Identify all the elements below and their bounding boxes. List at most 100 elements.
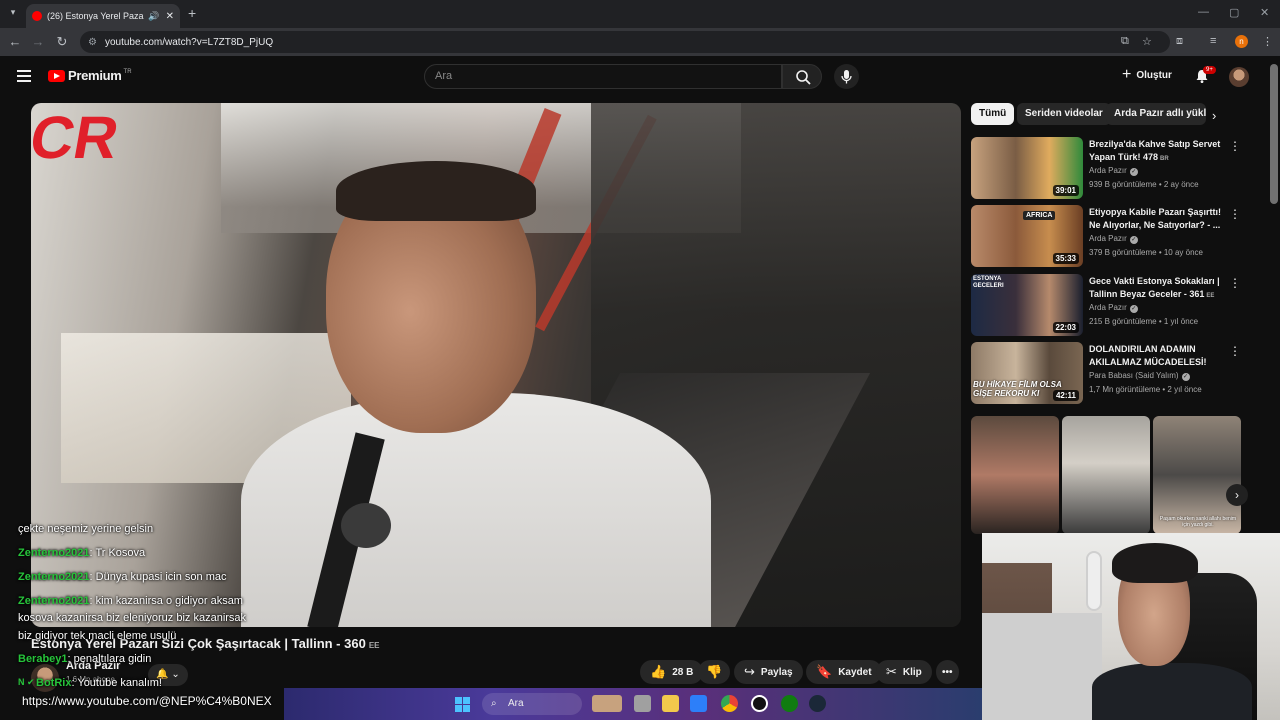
chips-next-icon[interactable]: ›: [1212, 108, 1216, 123]
dislike-button[interactable]: 👎: [698, 660, 731, 684]
chip-all[interactable]: Tümü: [971, 103, 1015, 125]
new-tab-button[interactable]: +: [188, 5, 196, 21]
recommendation-item[interactable]: BU HİKAYE FİLM OLSA GİŞE REKORU KI 42:11…: [971, 342, 1241, 404]
clip-button[interactable]: ✂ Klip: [876, 660, 932, 684]
chip-series[interactable]: Seriden videolar: [1017, 103, 1111, 125]
tab-search-icon[interactable]: ▾: [6, 7, 20, 21]
create-button[interactable]: + Oluştur: [1122, 67, 1172, 83]
more-vertical-icon[interactable]: ⋮: [1229, 276, 1241, 290]
maximize-icon[interactable]: ▢: [1229, 6, 1239, 19]
search-button[interactable]: [782, 64, 822, 89]
cast-icon[interactable]: ⧉: [1121, 35, 1129, 48]
recommendation-channel[interactable]: Arda Pazır ✓: [1089, 166, 1138, 176]
browser-menu-icon[interactable]: ⋮: [1262, 35, 1273, 48]
close-tab-icon[interactable]: ✕: [166, 11, 174, 22]
streamer-logo-icon: N: [18, 677, 25, 687]
minimize-icon[interactable]: —: [1198, 6, 1209, 18]
recommendation-title[interactable]: Gece Vakti Estonya Sokakları | Tallinn B…: [1089, 275, 1224, 303]
xbox-icon[interactable]: [781, 695, 798, 712]
windows-start-icon[interactable]: [455, 697, 470, 712]
chat-user: Zenterno2021: [18, 547, 90, 559]
more-vertical-icon[interactable]: ⋮: [1229, 207, 1241, 221]
short-thumbnail[interactable]: [971, 416, 1059, 534]
dislike-icon: 👎: [706, 664, 723, 679]
youtube-logo[interactable]: Premium TR: [48, 68, 132, 83]
menu-hamburger-icon[interactable]: [17, 70, 31, 85]
close-window-icon[interactable]: ✕: [1260, 6, 1269, 19]
browser-tab-active[interactable]: (26) Estonya Yerel Pazarı Siz 🔊 ✕: [26, 4, 180, 28]
browser-tab-strip: ▾ (26) Estonya Yerel Pazarı Siz 🔊 ✕ + — …: [0, 0, 1280, 28]
chat-text: : Tr Kosova: [89, 547, 146, 559]
widgets-icon[interactable]: [592, 695, 622, 712]
search-input[interactable]: Ara: [424, 64, 782, 89]
video-duration: 39:01: [1052, 185, 1079, 196]
taskbar-search[interactable]: ⌕ Ara: [482, 693, 582, 715]
extensions-icon[interactable]: ⧈: [1176, 35, 1183, 48]
tab-title: (26) Estonya Yerel Pazarı Siz: [47, 11, 144, 21]
taskbar-search-label: Ara: [508, 698, 524, 709]
recommendation-title[interactable]: Etiyopya Kabile Pazarı Şaşırttı! Ne Alıy…: [1089, 206, 1224, 232]
video-frame-microphone: [341, 503, 391, 548]
short-thumbnail[interactable]: [1062, 416, 1150, 534]
save-button[interactable]: 🔖 Kaydet: [806, 660, 882, 684]
video-thumbnail[interactable]: BU HİKAYE FİLM OLSA GİŞE REKORU KI 42:11: [971, 342, 1083, 404]
url-text[interactable]: youtube.com/watch?v=L7ZT8D_PjUQ: [105, 37, 273, 48]
thumbnail-text: AFRICA: [1023, 211, 1056, 220]
like-button[interactable]: 👍 28 B: [640, 660, 704, 684]
store-icon[interactable]: [690, 695, 707, 712]
video-duration: 35:33: [1052, 253, 1079, 264]
video-thumbnail[interactable]: 39:01: [971, 137, 1083, 199]
shorts-next-button[interactable]: ›: [1226, 484, 1248, 506]
short-thumbnail[interactable]: Paşam okurken sanki allahı benim için ya…: [1153, 416, 1241, 534]
windows-taskbar: ⌕ Ara: [284, 688, 982, 720]
more-vertical-icon[interactable]: ⋮: [1229, 344, 1241, 358]
chat-message: çekte neşemiz yerine gelsin: [18, 523, 153, 535]
page-scrollbar[interactable]: [1270, 64, 1278, 204]
steam-icon[interactable]: [809, 695, 826, 712]
title-text: Brezilya'da Kahve Satıp Servet Yapan Tür…: [1089, 139, 1221, 162]
chip-uploader[interactable]: Arda Pazır adlı yükley: [1106, 103, 1206, 125]
chat-user: Berabey1: [18, 653, 68, 665]
task-view-icon[interactable]: [634, 695, 651, 712]
webcam-bed: [982, 613, 1102, 720]
back-icon[interactable]: ←: [7, 34, 23, 49]
logo-country: TR: [123, 68, 132, 75]
channel-text: Para Babası (Said Yalım): [1089, 371, 1179, 380]
address-bar[interactable]: ⚙ youtube.com/watch?v=L7ZT8D_PjUQ: [80, 31, 1170, 53]
account-avatar[interactable]: [1229, 67, 1249, 87]
speaker-icon[interactable]: 🔊: [148, 11, 159, 22]
voice-search-button[interactable]: [834, 64, 859, 89]
profile-avatar[interactable]: n: [1235, 35, 1248, 48]
file-explorer-icon[interactable]: [662, 695, 679, 712]
recommendation-title[interactable]: Brezilya'da Kahve Satıp Servet Yapan Tür…: [1089, 138, 1224, 166]
more-vertical-icon[interactable]: ⋮: [1229, 139, 1241, 153]
chat-text: : Youtube kanalım!: [71, 677, 162, 689]
app-icon[interactable]: [751, 695, 768, 712]
reading-list-icon[interactable]: ≡: [1210, 35, 1216, 47]
reload-icon[interactable]: ↻: [54, 34, 70, 50]
video-player[interactable]: CR: [31, 103, 961, 627]
forward-icon[interactable]: →: [30, 34, 46, 49]
recommendation-item[interactable]: ESTONYA GECELERI 22:03 Gece Vakti Estony…: [971, 274, 1241, 336]
recommendation-item[interactable]: AFRICA 35:33 Etiyopya Kabile Pazarı Şaşı…: [971, 205, 1241, 267]
chat-message: Berabey1: penaltılara gidin: [18, 653, 151, 665]
bookmark-star-icon[interactable]: ☆: [1142, 35, 1152, 48]
video-thumbnail[interactable]: ESTONYA GECELERI 22:03: [971, 274, 1083, 336]
title-tag: EE: [1206, 293, 1215, 299]
short-caption: Paşam okurken sanki allahı benim için ya…: [1159, 516, 1237, 528]
recommendation-meta: 379 B görüntüleme • 10 ay önce: [1089, 248, 1203, 257]
video-frame-sign: CR: [31, 104, 124, 171]
recommendation-channel[interactable]: Arda Pazır ✓: [1089, 303, 1138, 313]
clip-label: Klip: [902, 666, 922, 678]
video-thumbnail[interactable]: AFRICA 35:33: [971, 205, 1083, 267]
chrome-icon[interactable]: [721, 695, 738, 712]
share-button[interactable]: ↪ Paylaş: [734, 660, 803, 684]
recommendation-channel[interactable]: Arda Pazır ✓: [1089, 234, 1138, 244]
recommendation-channel[interactable]: Para Babası (Said Yalım) ✓: [1089, 371, 1190, 381]
overlay-social-icons: N ✔: [18, 677, 35, 688]
more-actions-button[interactable]: •••: [936, 660, 959, 684]
recommendation-item[interactable]: 39:01 Brezilya'da Kahve Satıp Servet Yap…: [971, 137, 1241, 199]
site-info-icon[interactable]: ⚙: [88, 37, 97, 48]
share-icon: ↪: [744, 664, 755, 679]
recommendation-title[interactable]: DOLANDIRILAN ADAMIN AKILALMAZ MÜCADELESİ…: [1089, 343, 1224, 369]
